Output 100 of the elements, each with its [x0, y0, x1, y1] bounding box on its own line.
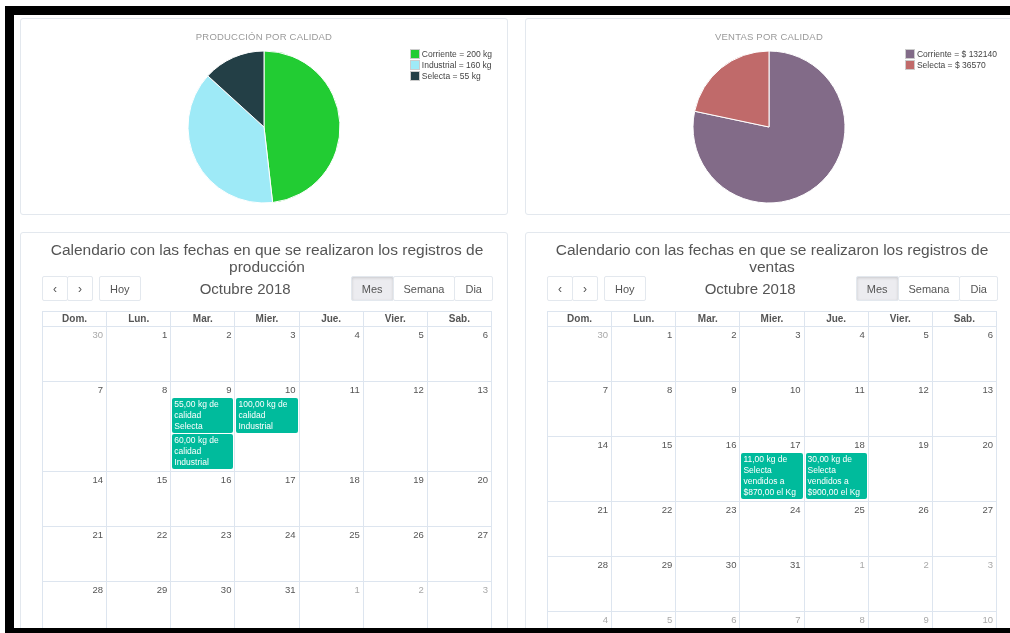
day-number: 24 [790, 503, 802, 517]
weekday-header: Mier. [740, 312, 805, 327]
day-number: 3 [482, 583, 489, 597]
month-title: Octubre 2018 [199, 280, 291, 297]
day-number: 3 [795, 328, 802, 342]
day-number: 30 [220, 583, 233, 597]
weekday-header: Jue. [299, 312, 364, 327]
weekday-header: Lun. [107, 312, 172, 327]
weekday-header: Dom. [43, 312, 108, 327]
legend-label: Industrial = 160 kg [421, 60, 492, 70]
day-number: 10 [982, 613, 994, 627]
day-number: 17 [285, 473, 297, 487]
day-number: 18 [854, 438, 866, 452]
weekday-header: Mar. [171, 312, 236, 327]
day-number: 12 [918, 383, 930, 397]
day-number: 6 [987, 328, 994, 342]
day-number: 5 [667, 613, 674, 627]
month-title: Octubre 2018 [704, 280, 796, 297]
day-number: 2 [418, 583, 425, 597]
day-number: 27 [982, 503, 994, 517]
weekday-header: Vier. [363, 312, 428, 327]
day-number: 18 [349, 473, 361, 487]
weekday-header: Sab. [932, 312, 997, 327]
day-number: 13 [477, 383, 489, 397]
day-number: 12 [413, 383, 425, 397]
day-number: 1 [162, 328, 169, 342]
day-number: 4 [354, 328, 361, 342]
calendar-title: Calendario con las fechas en que se realizaron los registros de producción [49, 241, 485, 275]
day-number: 6 [731, 613, 738, 627]
today-button[interactable]: Hoy [604, 276, 646, 301]
day-number: 15 [661, 438, 674, 452]
day-number: 26 [918, 503, 930, 517]
day-number: 29 [156, 583, 169, 597]
day-number: 22 [156, 528, 169, 542]
day-number: 9 [923, 613, 930, 627]
day-number: 28 [92, 583, 105, 597]
day-number: 25 [349, 528, 361, 542]
day-number: 7 [795, 613, 802, 627]
day-number: 4 [602, 613, 610, 627]
day-number: 9 [731, 383, 738, 397]
day-number: 21 [597, 503, 610, 517]
view-tab[interactable]: Semana [897, 276, 961, 301]
day-number: 23 [725, 503, 738, 517]
today-button[interactable]: Hoy [99, 276, 141, 301]
day-number: 21 [92, 528, 105, 542]
day-number: 5 [923, 328, 930, 342]
day-number: 8 [859, 613, 866, 627]
day-number: 28 [597, 558, 610, 572]
next-button[interactable]: › [67, 276, 93, 301]
previous-button[interactable]: ‹ [547, 276, 573, 301]
legend-label: Corriente = 200 kg [421, 49, 492, 59]
weekday-header: Vier. [868, 312, 933, 327]
weekday-header: Jue. [804, 312, 869, 327]
day-number: 14 [597, 438, 610, 452]
weekday-header: Sab. [427, 312, 492, 327]
legend-label: Corriente = $ 132140 [916, 49, 997, 59]
day-number: 15 [156, 473, 169, 487]
day-number: 10 [790, 383, 802, 397]
day-number: 8 [162, 383, 169, 397]
chart-title: PRODUCCIÓN POR CALIDAD [194, 31, 334, 42]
weekday-header: Mar. [676, 312, 741, 327]
day-number: 11 [854, 383, 866, 397]
day-number: 16 [725, 438, 738, 452]
day-number: 26 [413, 528, 425, 542]
day-number: 3 [987, 558, 994, 572]
day-number: 19 [918, 438, 930, 452]
day-number: 31 [790, 558, 802, 572]
day-number: 23 [220, 528, 233, 542]
day-number: 1 [667, 328, 674, 342]
day-number: 7 [97, 383, 105, 397]
day-number: 31 [285, 583, 297, 597]
day-number: 13 [982, 383, 994, 397]
legend-label: Selecta = $ 36570 [916, 60, 986, 70]
day-number: 10 [285, 383, 297, 397]
day-number: 3 [290, 328, 297, 342]
previous-button[interactable]: ‹ [42, 276, 68, 301]
day-number: 7 [602, 383, 610, 397]
day-number: 9 [226, 383, 233, 397]
day-number: 4 [859, 328, 866, 342]
legend-label: Selecta = 55 kg [421, 71, 481, 81]
calendar-title: Calendario con las fechas en que se realizaron los registros de ventas [554, 241, 990, 275]
day-number: 30 [92, 328, 105, 342]
day-number: 5 [418, 328, 425, 342]
day-number: 14 [92, 473, 105, 487]
view-tab[interactable]: Dia [959, 276, 998, 301]
day-number: 2 [923, 558, 930, 572]
view-tab[interactable]: Semana [392, 276, 456, 301]
day-number: 19 [413, 473, 425, 487]
next-button[interactable]: › [572, 276, 598, 301]
day-number: 2 [226, 328, 233, 342]
view-tab[interactable]: Dia [454, 276, 493, 301]
view-tab[interactable]: Mes [855, 276, 899, 301]
day-number: 1 [859, 558, 866, 572]
day-number: 30 [597, 328, 610, 342]
day-number: 16 [220, 473, 233, 487]
weekday-header: Dom. [548, 312, 613, 327]
day-number: 27 [477, 528, 489, 542]
view-tab[interactable]: Mes [350, 276, 394, 301]
day-number: 6 [482, 328, 489, 342]
day-number: 8 [667, 383, 674, 397]
